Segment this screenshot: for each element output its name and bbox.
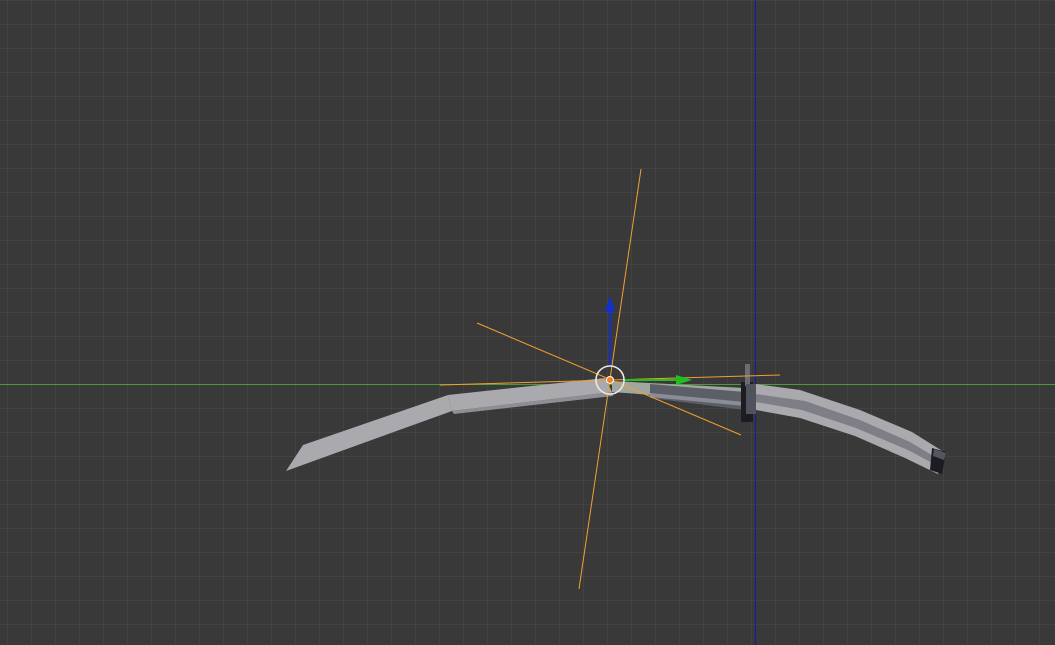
blade-tip[interactable]	[286, 395, 452, 471]
blade-body[interactable]	[448, 378, 612, 411]
gizmo-y-arrow-icon[interactable]	[676, 375, 692, 385]
guard-front	[746, 384, 756, 414]
sword-object[interactable]	[286, 364, 946, 474]
3d-viewport[interactable]	[0, 0, 1055, 645]
handle[interactable]	[756, 384, 944, 474]
gizmo-z-arrow-icon[interactable]	[605, 296, 615, 312]
viewport-scene[interactable]	[0, 0, 1055, 645]
object-origin-icon[interactable]	[606, 376, 614, 384]
guard-highlight	[745, 364, 750, 386]
transform-gizmo[interactable]	[595, 296, 692, 395]
